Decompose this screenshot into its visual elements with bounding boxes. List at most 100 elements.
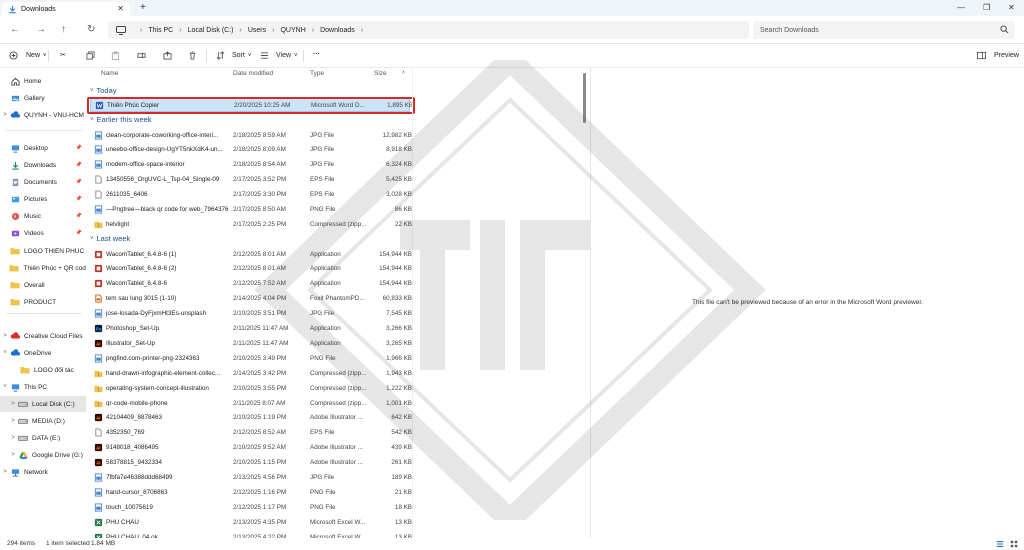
file-row[interactable]: modern-office-space-interior 2/18/2025 8:… bbox=[90, 158, 412, 172]
column-date-modified[interactable]: Date modified bbox=[233, 70, 273, 77]
sidebar-item-music[interactable]: Music 📌 bbox=[0, 208, 86, 224]
sidebar-item-quynh-vnu-hcm[interactable]: > QUYNH - VNU-HCM bbox=[0, 107, 86, 123]
chevron-icon[interactable]: > bbox=[8, 418, 18, 424]
minimize-button[interactable]: — bbox=[957, 3, 965, 12]
cut-icon[interactable]: ✂ bbox=[60, 51, 66, 59]
sidebar-item-thi-n-ph-c-qr-code[interactable]: Thiên Phúc + QR code bbox=[0, 260, 86, 276]
preview-button[interactable]: Preview bbox=[977, 51, 1019, 60]
file-row[interactable]: 7fbfa7e46388ddd68499 2/13/2025 4:56 PM JPG… bbox=[90, 471, 412, 485]
list-scrollbar[interactable] bbox=[583, 73, 586, 123]
file-row[interactable]: Ps Photoshop_Set-Up 2/11/2025 11:47 AM Appl… bbox=[90, 322, 412, 336]
photoshop-icon: Ps bbox=[94, 324, 103, 333]
address-bar[interactable]: › This PC › Local Disk (C:) › Users › QU… bbox=[108, 21, 749, 39]
sidebar-item-logo-i-t-c[interactable]: LOGO đối tác bbox=[0, 362, 86, 378]
new-tab-button[interactable]: + bbox=[140, 2, 146, 13]
file-row[interactable]: clean-corporate-coworking-office-interi.… bbox=[90, 128, 412, 142]
column-size[interactable]: Size bbox=[374, 70, 387, 77]
chevron-icon[interactable]: ˅ bbox=[0, 384, 10, 390]
up-arrow-icon[interactable]: ↑ bbox=[61, 24, 66, 35]
chevron-icon[interactable]: > bbox=[0, 469, 10, 475]
rename-icon[interactable] bbox=[137, 51, 150, 60]
more-options-button[interactable]: ··· bbox=[313, 51, 320, 58]
file-date: 2/12/2025 1:16 PM bbox=[233, 488, 287, 496]
file-row[interactable]: WacomTablet_6.4.8-6 (1) 2/12/2025 8:01 AM… bbox=[90, 247, 412, 261]
file-row[interactable]: qr-code-mobile-phone 2/11/2025 8:07 AM Com… bbox=[90, 396, 412, 410]
file-row[interactable]: jose-losada-DyFjxmHt3Es-unsplash 2/10/202… bbox=[90, 307, 412, 321]
sidebar-item-data-e[interactable]: > DATA (E:) bbox=[0, 430, 86, 446]
sidebar-item-creative-cloud-files[interactable]: > Creative Cloud Files bbox=[0, 328, 86, 344]
new-button[interactable]: New ˅ bbox=[9, 51, 47, 60]
tiles-view-icon[interactable] bbox=[1010, 540, 1018, 550]
file-row[interactable]: tem sau lung 3015 (1-10) 2/14/2025 4:04 P… bbox=[90, 292, 412, 306]
sidebar-item-home[interactable]: Home bbox=[0, 73, 86, 89]
sort-button[interactable]: Sort ˅ bbox=[216, 51, 251, 60]
file-row[interactable]: PHÚ CHÂU_04 ok 2/13/2025 4:22 PM Microsoft… bbox=[90, 530, 412, 538]
file-row[interactable]: hand-cursor_8706863 2/12/2025 1:16 PM PNG … bbox=[90, 485, 412, 499]
sidebar-item-downloads[interactable]: Downloads 📌 bbox=[0, 157, 86, 173]
file-row[interactable]: Ai 58378815_9432334 2/10/2025 1:15 PM Adobe… bbox=[90, 456, 412, 470]
sidebar-item-pictures[interactable]: Pictures 📌 bbox=[0, 191, 86, 207]
sidebar-item-logo-thi-n-ph-c[interactable]: LOGO THIÊN PHÚC bbox=[0, 243, 86, 259]
file-row[interactable]: WacomTablet_6.4.8-6 (2) 2/12/2025 8:01 AM… bbox=[90, 262, 412, 276]
sidebar-item-network[interactable]: > Network bbox=[0, 464, 86, 480]
sidebar-item-videos[interactable]: Videos 📌 bbox=[0, 225, 86, 241]
chevron-icon[interactable]: > bbox=[0, 112, 10, 118]
sidebar-item-this-pc[interactable]: ˅ This PC bbox=[0, 379, 86, 395]
breadcrumb-this-pc[interactable]: This PC bbox=[148, 27, 173, 34]
paste-icon[interactable] bbox=[111, 51, 124, 60]
group-header-earlier[interactable]: ˅ Earlier this week bbox=[90, 115, 152, 124]
file-row[interactable]: uneebo-office-design-UgYT5nkXdK4-un... 2/… bbox=[90, 143, 412, 157]
file-row[interactable]: pngfind.com-printer-png-2324363 2/10/2025… bbox=[90, 351, 412, 365]
tab-close-icon[interactable]: ✕ bbox=[117, 4, 124, 13]
chevron-icon[interactable]: > bbox=[8, 452, 18, 458]
delete-icon[interactable] bbox=[188, 51, 201, 60]
sidebar-item-media-d[interactable]: > MEDIA (D:) bbox=[0, 413, 86, 429]
file-name: touch_10075619 bbox=[106, 503, 153, 511]
file-row[interactable]: operating-system-concept-illustration 2/1… bbox=[90, 381, 412, 395]
file-row[interactable]: Ai Illustrator_Set-Up 2/11/2025 11:47 AM Ap… bbox=[90, 336, 412, 350]
close-window-button[interactable]: ✕ bbox=[1008, 3, 1015, 12]
sidebar-item-local-disk-c[interactable]: > Local Disk (C:) bbox=[0, 396, 86, 412]
sidebar-item-product[interactable]: PRODUCT bbox=[0, 294, 86, 310]
sidebar-item-gallery[interactable]: Gallery bbox=[0, 90, 86, 106]
breadcrumb-quynh[interactable]: QUYNH bbox=[280, 27, 305, 34]
share-icon[interactable] bbox=[163, 51, 176, 60]
file-row[interactable]: WacomTablet_6.4.8-6 2/12/2025 7:52 AM Appl… bbox=[90, 277, 412, 291]
details-view-icon[interactable] bbox=[996, 540, 1004, 550]
breadcrumb-downloads[interactable]: Downloads bbox=[320, 27, 355, 34]
file-row[interactable]: 2611035_6406 2/17/2025 3:30 PM EPS File 3,0… bbox=[90, 188, 412, 202]
sidebar-item-google-drive-g[interactable]: > Google Drive (G:) bbox=[0, 447, 86, 463]
back-arrow-icon[interactable]: ← bbox=[10, 24, 20, 35]
breadcrumb-local-disk[interactable]: Local Disk (C:) bbox=[188, 27, 234, 34]
chevron-icon[interactable]: > bbox=[8, 401, 18, 407]
chevron-icon[interactable]: > bbox=[0, 333, 10, 339]
copy-icon[interactable] bbox=[86, 51, 99, 60]
file-row[interactable]: Ai 42104409_8878463 2/10/2025 1:19 PM Adobe… bbox=[90, 411, 412, 425]
maximize-button[interactable]: ❐ bbox=[983, 3, 990, 12]
file-row[interactable]: Ai 9148018_4086495 2/10/2025 9:52 AM Adobe … bbox=[90, 441, 412, 455]
forward-arrow-icon[interactable]: → bbox=[36, 24, 46, 35]
refresh-icon[interactable]: ↻ bbox=[87, 24, 95, 35]
sidebar-item-onedrive[interactable]: ˅ OneDrive bbox=[0, 345, 86, 361]
file-row[interactable]: 13450556_OrgUVC-L_Tsp-04_Single-09 2/17/2… bbox=[90, 173, 412, 187]
sidebar-item-documents[interactable]: Documents 📌 bbox=[0, 174, 86, 190]
file-row[interactable]: 4352350_769 2/12/2025 8:52 AM EPS File 542 … bbox=[90, 426, 412, 440]
file-row[interactable]: touch_10075619 2/12/2025 1:17 PM PNG File 1… bbox=[90, 500, 412, 514]
tab-downloads[interactable]: Downloads ✕ bbox=[2, 2, 130, 16]
group-header-today[interactable]: ˅ Today bbox=[90, 86, 117, 95]
file-row[interactable]: hand-drawn-infographic-element-collec...… bbox=[90, 366, 412, 380]
breadcrumb-users[interactable]: Users bbox=[248, 27, 266, 34]
chevron-icon[interactable]: ˅ bbox=[0, 350, 10, 356]
column-name[interactable]: Name bbox=[101, 70, 118, 77]
sidebar-item-desktop[interactable]: Desktop 📌 bbox=[0, 140, 86, 156]
sidebar-item-overall[interactable]: Overall bbox=[0, 277, 86, 293]
group-header-last-week[interactable]: ˅ Last week bbox=[90, 234, 130, 243]
chevron-icon[interactable]: > bbox=[8, 435, 18, 441]
file-row[interactable]: helvlight 2/17/2025 2:25 PM Compressed (zi… bbox=[90, 217, 412, 231]
column-type[interactable]: Type bbox=[310, 70, 324, 77]
file-row[interactable]: —Pngtree—black qr code for web_7964376 2/… bbox=[90, 203, 412, 217]
file-date: 2/14/2025 4:04 PM bbox=[233, 295, 287, 303]
view-button[interactable]: View ˅ bbox=[260, 51, 298, 60]
file-row[interactable]: PHÚ CHÂU 2/13/2025 4:35 PM Microsoft Excel… bbox=[90, 515, 412, 529]
search-input[interactable]: Search Downloads bbox=[753, 21, 1015, 39]
